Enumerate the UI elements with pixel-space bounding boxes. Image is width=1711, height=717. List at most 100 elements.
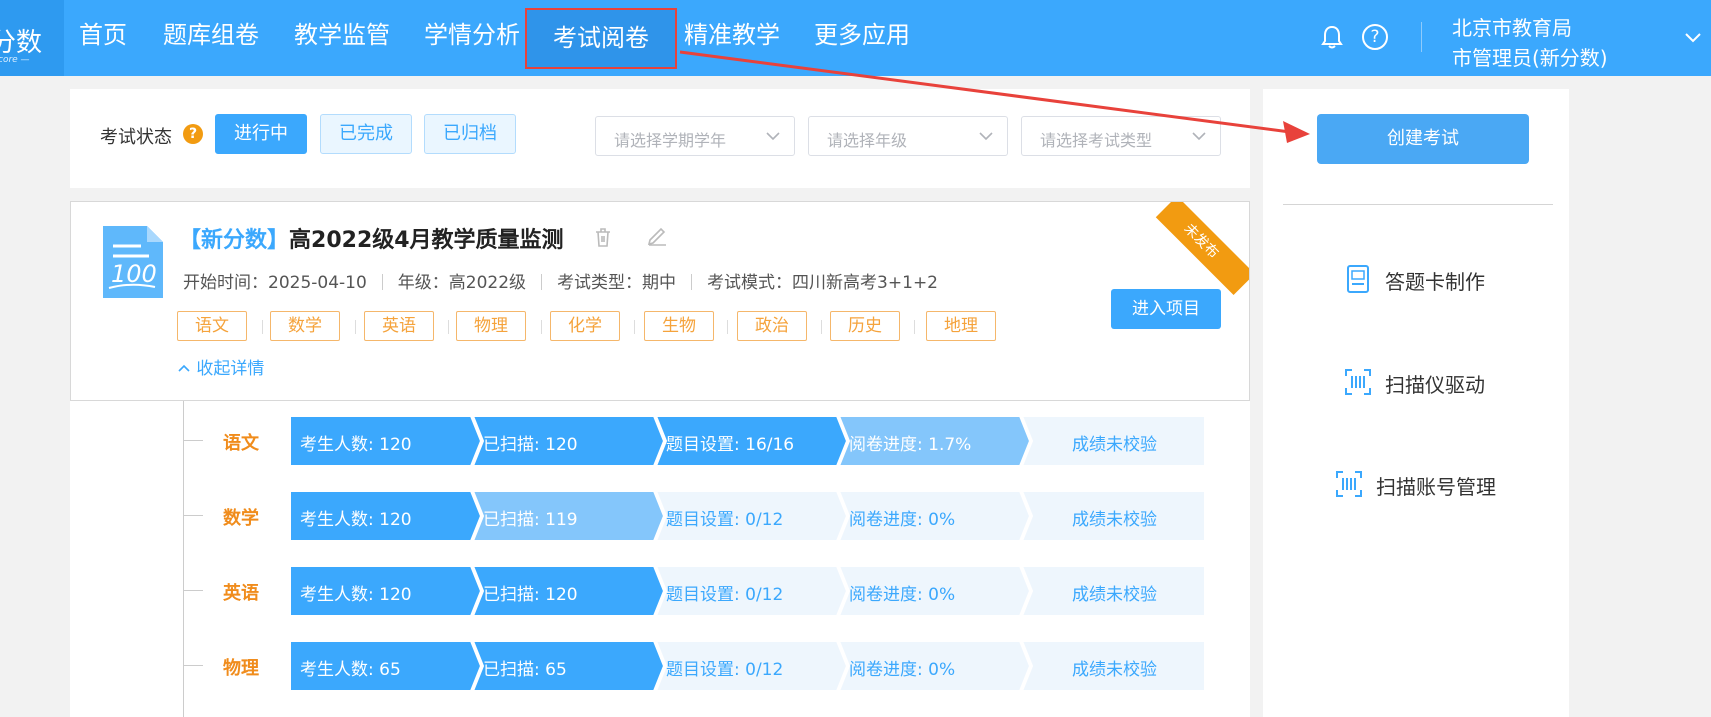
edit-icon[interactable]: [646, 224, 668, 246]
step-questions-label: 题目设置: 0/12: [666, 585, 784, 605]
step-questions-label: 题目设置: 0/12: [666, 660, 784, 680]
exam-meta: 开始时间：2025-04-10 年级：高2022级 考试类型：期中 考试模式：四川新高…: [183, 268, 938, 293]
nav-question-bank[interactable]: 题库组卷: [163, 0, 259, 70]
tree-branch: [183, 665, 203, 666]
trash-icon[interactable]: [593, 226, 613, 248]
unpublished-ribbon: 未发布: [1155, 202, 1249, 295]
step-scanned-label: 已扫描: 120: [483, 585, 578, 605]
subject-tag-chemistry[interactable]: 化学: [550, 311, 620, 341]
nav-more-apps[interactable]: 更多应用: [814, 0, 910, 70]
subject-tag-math[interactable]: 数学: [270, 311, 340, 341]
exam-source-tag: 【新分数】: [179, 228, 290, 253]
subject-tag-history[interactable]: 历史: [830, 311, 900, 341]
grade-select-placeholder: 请选择年级: [827, 131, 908, 150]
exam-type-select[interactable]: 请选择考试类型: [1021, 116, 1221, 156]
step-questions-label: 题目设置: 16/16: [666, 435, 795, 455]
exam-type: 考试类型：期中: [557, 273, 677, 293]
user-organization[interactable]: 北京市教育局: [1452, 12, 1572, 41]
right-tools-panel: 创建考试 答题卡制作 扫描仪驱动 扫描账号管理: [1263, 89, 1569, 717]
step-marking-label: 阅卷进度: 1.7%: [849, 435, 972, 455]
step-students-label: 考生人数: 65: [300, 660, 401, 680]
create-exam-button[interactable]: 创建考试: [1317, 114, 1529, 164]
scanner-driver-tool[interactable]: 扫描仪驱动: [1343, 364, 1543, 400]
help-badge-icon[interactable]: ?: [183, 124, 203, 144]
row-subject-name: 语文: [223, 433, 259, 454]
step-scores-label[interactable]: 成绩未校验: [1072, 655, 1157, 680]
collapse-details-link[interactable]: 收起详情: [177, 354, 264, 379]
status-archived-button[interactable]: 已归档: [424, 114, 516, 154]
nav-divider: [1421, 22, 1422, 52]
exam-mode: 考试模式：四川新高考3+1+2: [707, 273, 938, 293]
subject-tag-english[interactable]: 英语: [364, 311, 434, 341]
scan-account-tool[interactable]: 扫描账号管理: [1334, 466, 1554, 502]
app-logo[interactable]: 分数 core —: [0, 0, 64, 76]
answer-sheet-tool[interactable]: 答题卡制作: [1343, 261, 1543, 297]
filter-card: 考试状态 ? 进行中 已完成 已归档 请选择学期学年 请选择年级 请选择考试类型: [70, 89, 1250, 188]
subject-progress-row: 物理 考生人数: 65 已扫描: 65 题目设置: 0/12 阅卷进度: 0% 成绩未校验: [183, 641, 1283, 691]
enter-project-button[interactable]: 进入项目: [1111, 289, 1221, 329]
subject-progress-row: 英语 考生人数: 120 已扫描: 120 题目设置: 0/12 阅卷进度: 0% 成绩未…: [183, 566, 1283, 616]
step-marking-label: 阅卷进度: 0%: [849, 510, 956, 530]
exam-name: 高2022级4月教学质量监测: [289, 228, 564, 253]
step-scores-label[interactable]: 成绩未校验: [1072, 580, 1157, 605]
tag-separator: [355, 320, 356, 334]
exam-start-time: 开始时间：2025-04-10: [183, 273, 367, 293]
status-completed-button[interactable]: 已完成: [320, 114, 412, 154]
status-in-progress-button[interactable]: 进行中: [215, 114, 307, 154]
subject-tag-biology[interactable]: 生物: [644, 311, 714, 341]
tag-separator: [262, 320, 263, 334]
step-questions-label: 题目设置: 0/12: [666, 510, 784, 530]
step-marking-label: 阅卷进度: 0%: [849, 585, 956, 605]
nav-precise-teaching[interactable]: 精准教学: [684, 0, 780, 70]
nav-exam-marking[interactable]: 考试阅卷: [525, 8, 677, 69]
subject-progress-row: 数学 考生人数: 120 已扫描: 119 题目设置: 0/12 阅卷进度: 0% 成绩未…: [183, 491, 1283, 541]
chevron-down-icon: [979, 132, 993, 141]
step-scanned-label: 已扫描: 119: [483, 510, 578, 530]
tag-separator: [821, 320, 822, 334]
help-icon[interactable]: ?: [1362, 24, 1388, 50]
grade-select[interactable]: 请选择年级: [808, 116, 1008, 156]
step-marking-label: 阅卷进度: 0%: [849, 660, 956, 680]
exam-detail-panel: 语文 考生人数: 120 已扫描: 120 题目设置: 16/16 阅卷进度: 1.7%…: [70, 401, 1250, 717]
bell-icon[interactable]: [1320, 24, 1344, 50]
nav-home[interactable]: 首页: [79, 0, 127, 70]
logo-text: 分数: [0, 28, 43, 58]
row-subject-name: 英语: [223, 583, 259, 604]
ribbon-label: 未发布: [1180, 220, 1222, 262]
subject-tag-physics[interactable]: 物理: [456, 311, 526, 341]
step-scores-label[interactable]: 成绩未校验: [1072, 430, 1157, 455]
exam-title[interactable]: 【新分数】高2022级4月教学质量监测: [179, 222, 564, 254]
scanner-driver-label: 扫描仪驱动: [1385, 373, 1485, 397]
step-students-label: 考生人数: 120: [300, 510, 412, 530]
collapse-details-label: 收起详情: [196, 359, 265, 379]
exam-card: 100 【新分数】高2022级4月教学质量监测 开始时间：2025-04-10 年…: [70, 201, 1250, 401]
step-students-label: 考生人数: 120: [300, 585, 412, 605]
tag-separator: [634, 320, 635, 334]
tag-separator: [448, 320, 449, 334]
scanner-icon: [1345, 369, 1371, 395]
chevron-down-icon[interactable]: [1684, 30, 1702, 44]
tag-separator: [914, 320, 915, 334]
subject-tag-chinese[interactable]: 语文: [177, 311, 247, 341]
row-subject-name: 数学: [223, 508, 259, 529]
semester-select[interactable]: 请选择学期学年: [595, 116, 795, 156]
logo-subtext: core —: [0, 55, 30, 65]
nav-teaching-supervision[interactable]: 教学监管: [294, 0, 390, 70]
tree-branch: [183, 515, 203, 516]
exam-type-select-placeholder: 请选择考试类型: [1040, 131, 1153, 150]
nav-learning-analysis[interactable]: 学情分析: [424, 0, 520, 70]
exam-document-icon: 100: [103, 226, 163, 298]
subject-tag-politics[interactable]: 政治: [737, 311, 807, 341]
step-scores-label[interactable]: 成绩未校验: [1072, 505, 1157, 530]
subject-tag-geography[interactable]: 地理: [926, 311, 996, 341]
chevron-up-icon: [178, 364, 190, 372]
tree-branch: [183, 590, 203, 591]
top-navbar: 分数 core — 首页 题库组卷 教学监管 学情分析 考试阅卷 精准教学 更多…: [0, 0, 1711, 76]
user-role[interactable]: 市管理员(新分数): [1452, 42, 1608, 71]
scan-account-icon: [1336, 471, 1362, 497]
step-students-label: 考生人数: 120: [300, 435, 412, 455]
semester-select-placeholder: 请选择学期学年: [614, 131, 727, 150]
panel-divider: [1283, 204, 1553, 205]
answer-sheet-label: 答题卡制作: [1385, 270, 1485, 294]
row-subject-name: 物理: [223, 658, 259, 679]
